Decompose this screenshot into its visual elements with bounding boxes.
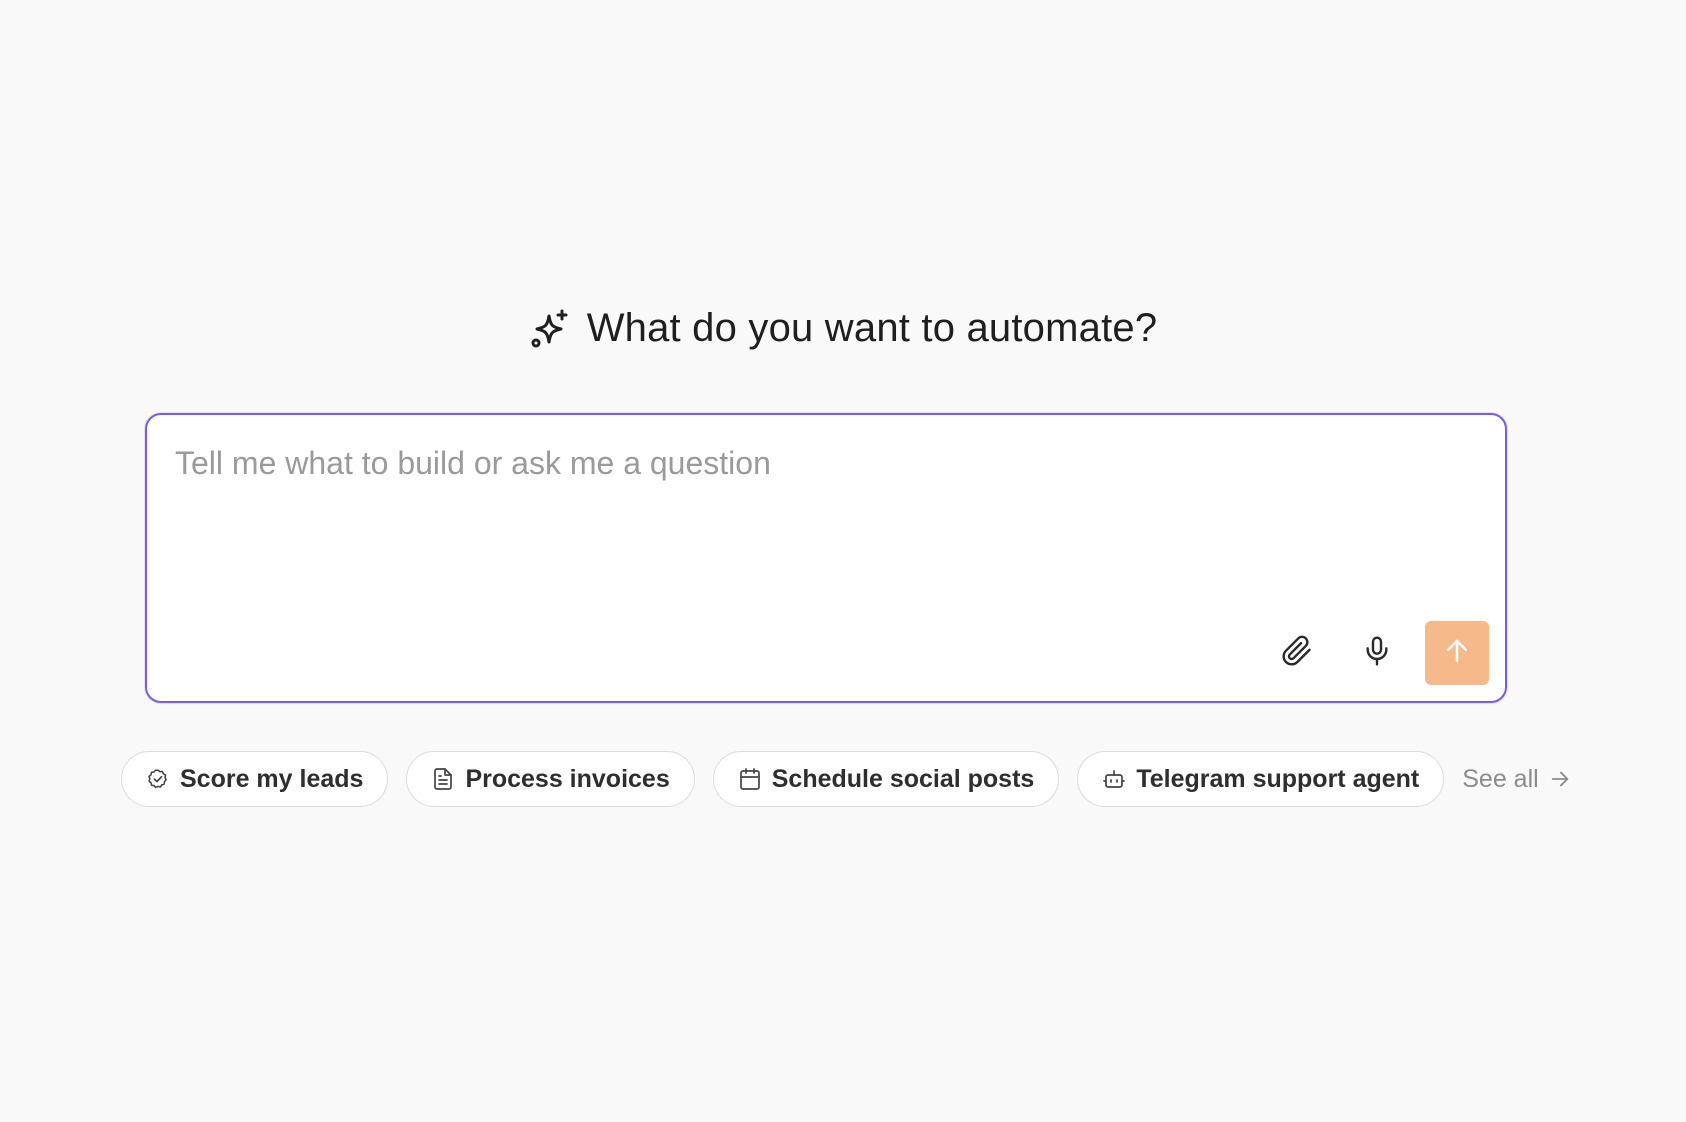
see-all-label: See all — [1462, 764, 1539, 793]
microphone-icon — [1361, 635, 1393, 672]
calendar-icon — [738, 767, 762, 791]
suggestion-process-invoices[interactable]: Process invoices — [406, 751, 695, 807]
suggestion-telegram-agent[interactable]: Telegram support agent — [1077, 751, 1445, 807]
send-button[interactable] — [1425, 621, 1489, 685]
see-all-link[interactable]: See all — [1462, 765, 1570, 794]
arrow-right-icon — [1549, 768, 1571, 790]
chip-label: Schedule social posts — [771, 764, 1035, 793]
prompt-input[interactable] — [175, 445, 1455, 595]
suggestion-score-leads[interactable]: Score my leads — [121, 751, 389, 807]
prompt-box — [145, 413, 1507, 703]
paperclip-icon — [1281, 635, 1313, 672]
badge-check-icon — [146, 767, 170, 791]
voice-input-button[interactable] — [1345, 621, 1409, 685]
chip-label: Telegram support agent — [1136, 764, 1420, 793]
arrow-up-icon — [1442, 636, 1472, 671]
suggestion-chips: Score my leads Process invoices Schedule… — [121, 751, 1571, 807]
attach-button[interactable] — [1265, 621, 1329, 685]
document-icon — [431, 767, 455, 791]
bot-icon — [1102, 767, 1126, 791]
chip-label: Process invoices — [465, 764, 670, 793]
sparkles-icon — [529, 308, 571, 350]
prompt-actions — [1265, 621, 1489, 685]
suggestion-schedule-posts[interactable]: Schedule social posts — [712, 751, 1060, 807]
page-title: What do you want to automate? — [586, 306, 1158, 350]
chip-label: Score my leads — [180, 764, 364, 793]
page-heading: What do you want to automate? — [0, 306, 1686, 351]
